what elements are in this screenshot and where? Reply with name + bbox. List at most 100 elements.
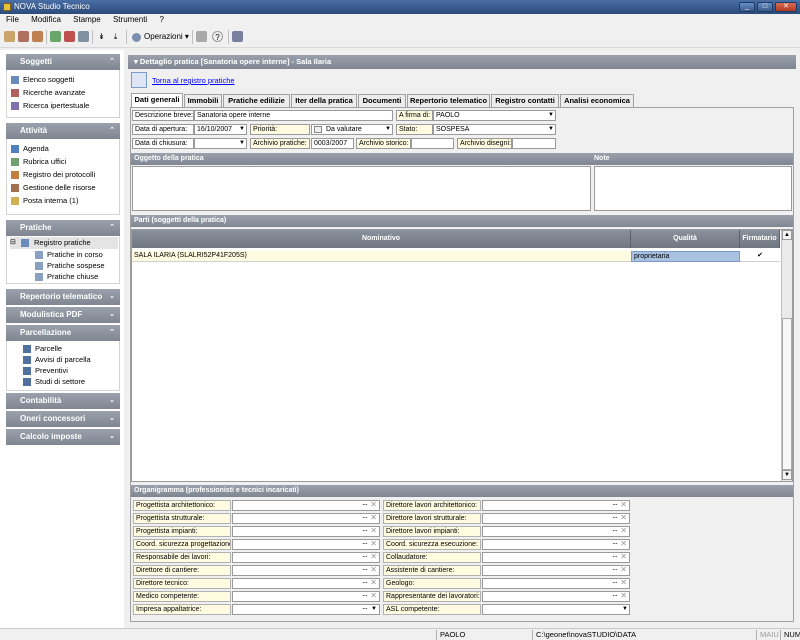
clear-icon[interactable]: ✕ [370, 578, 377, 587]
section-imposte[interactable]: Calcolo imposte ⌄ [6, 429, 120, 445]
menu-strumenti[interactable]: Strumenti [113, 15, 147, 24]
ellipsis-button[interactable]: ··· [362, 578, 368, 587]
help-icon[interactable]: ? [212, 31, 223, 42]
section-repertorio[interactable]: Repertorio telematico ⌄ [6, 289, 120, 305]
ellipsis-button[interactable]: ··· [362, 604, 368, 613]
chiusura-date[interactable]: ▼ [194, 138, 247, 149]
ellipsis-button[interactable]: ··· [362, 539, 368, 548]
ellipsis-button[interactable]: ··· [362, 513, 368, 522]
maximize-button[interactable]: □ [757, 2, 773, 12]
section-modulistica[interactable]: Modulistica PDF ⌄ [6, 307, 120, 323]
org-select[interactable]: ··· ✕ [482, 578, 630, 589]
sidebar-item-registro-protocolli[interactable]: Registro dei protocolli [11, 169, 95, 181]
clear-icon[interactable]: ✕ [370, 500, 377, 509]
section-oneri[interactable]: Oneri concessori ⌄ [6, 411, 120, 427]
col-nominativo[interactable]: Nominativo [132, 230, 631, 248]
clear-icon[interactable]: ✕ [620, 513, 627, 522]
org-select[interactable]: ··· ▼ [232, 604, 380, 615]
org-select[interactable]: ▼ [482, 604, 630, 615]
clear-icon[interactable]: ✕ [370, 539, 377, 548]
minimize-button[interactable]: _ [739, 2, 755, 12]
org-select[interactable]: ··· ✕ [232, 526, 380, 537]
tab-immobili[interactable]: Immobili [184, 94, 222, 107]
tab-dati-generali[interactable]: Dati generali [131, 93, 183, 108]
org-select[interactable]: ··· ✕ [232, 565, 380, 576]
scrollbar-thumb[interactable] [782, 318, 792, 470]
clear-icon[interactable]: ✕ [620, 565, 627, 574]
scroll-up-arrow-icon[interactable]: ▲ [782, 230, 792, 240]
clear-icon[interactable]: ✕ [620, 552, 627, 561]
org-select[interactable]: ··· ✕ [482, 539, 630, 550]
table-row-nominativo[interactable]: SALA ILARIA (SLALRI52P41F205S) [132, 251, 631, 262]
tree-item-registro-pratiche[interactable]: ⊟ Registro pratiche [10, 237, 118, 249]
org-select[interactable]: ··· ✕ [482, 591, 630, 602]
ellipsis-button[interactable]: ··· [362, 526, 368, 535]
ellipsis-button[interactable]: ··· [362, 591, 368, 600]
org-select[interactable]: ··· ✕ [482, 565, 630, 576]
register-back-icon[interactable] [131, 72, 147, 88]
section-soggetti[interactable]: Soggetti ⌃ [6, 54, 120, 70]
ellipsis-button[interactable]: ··· [612, 578, 618, 587]
sidebar-item-ricerche-avanzate[interactable]: Ricerche avanzate [11, 87, 85, 99]
org-select[interactable]: ··· ✕ [232, 539, 380, 550]
table-scrollbar[interactable]: ▲ ▼ [781, 230, 792, 481]
sidebar-item-gestione-risorse[interactable]: Gestione delle risorse [11, 182, 96, 194]
table-row-qualita[interactable]: proprietaria [631, 251, 740, 262]
add-icon[interactable] [50, 31, 61, 42]
section-contabilita[interactable]: Contabilità ⌄ [6, 393, 120, 409]
tab-repertorio-telematico[interactable]: Repertorio telematico [407, 94, 490, 107]
books-icon[interactable] [232, 31, 243, 42]
oggetto-textarea[interactable] [132, 166, 591, 211]
tab-iter-pratica[interactable]: Iter della pratica [291, 94, 357, 107]
clear-icon[interactable]: ✕ [620, 578, 627, 587]
clear-icon[interactable]: ✕ [620, 500, 627, 509]
ellipsis-button[interactable]: ··· [612, 539, 618, 548]
ellipsis-button[interactable]: ··· [612, 552, 618, 561]
ellipsis-button[interactable]: ··· [362, 500, 368, 509]
tab-registro-contatti[interactable]: Registro contatti [491, 94, 559, 107]
ellipsis-button[interactable]: ··· [612, 591, 618, 600]
menu-modifica[interactable]: Modifica [31, 15, 61, 24]
clear-icon[interactable]: ✕ [370, 513, 377, 522]
ellipsis-button[interactable]: ··· [612, 500, 618, 509]
sidebar-item-rubrica-uffici[interactable]: Rubrica uffici [11, 156, 66, 168]
firma-select[interactable]: PAOLO ▼ [433, 110, 556, 121]
tab-analisi-economica[interactable]: Analisi economica [560, 94, 634, 107]
clear-icon[interactable]: ✕ [370, 591, 377, 600]
org-select[interactable]: ··· ✕ [232, 591, 380, 602]
col-qualita[interactable]: Qualità [631, 230, 740, 248]
sidebar-item-ricerca-ipertestuale[interactable]: Ricerca ipertestuale [11, 100, 89, 112]
ellipsis-button[interactable]: ··· [612, 526, 618, 535]
menu-file[interactable]: File [6, 15, 19, 24]
arrow-bottom-icon[interactable]: ⤓ [110, 31, 121, 42]
section-attivita[interactable]: Attività ⌃ [6, 123, 120, 139]
sidebar-item-posta-interna[interactable]: Posta interna (1) [11, 195, 78, 207]
arrow-down-icon[interactable]: ↡ [96, 31, 107, 42]
operazioni-button[interactable]: Operazioni ▾ [132, 30, 189, 44]
archivio-disegni-input[interactable] [512, 138, 556, 149]
apertura-date[interactable]: 16/10/2007 ▼ [194, 124, 247, 135]
back-link[interactable]: Torna al registro pratiche [152, 76, 235, 85]
section-parcellazione[interactable]: Parcellazione ⌃ [6, 325, 120, 341]
cut-icon[interactable] [18, 31, 29, 42]
sidebar-item-studi-settore[interactable]: Studi di settore [23, 376, 85, 388]
firmatario-checkbox[interactable]: ✔ [740, 251, 780, 262]
tab-documenti[interactable]: Documenti [358, 94, 406, 107]
remove-icon[interactable] [64, 31, 75, 42]
note-textarea[interactable] [594, 166, 792, 211]
org-select[interactable]: ··· ✕ [232, 552, 380, 563]
archivio-storico-input[interactable] [411, 138, 454, 149]
sidebar-item-elenco-soggetti[interactable]: Elenco soggetti [11, 74, 74, 86]
descrizione-input[interactable]: Sanatoria opere interne [194, 110, 393, 121]
delete-icon[interactable] [32, 31, 43, 42]
clear-icon[interactable]: ✕ [620, 539, 627, 548]
org-select[interactable]: ··· ✕ [232, 578, 380, 589]
archivio-pratiche-input[interactable]: 0003/2007 [311, 138, 354, 149]
folder-icon[interactable] [4, 31, 15, 42]
clear-icon[interactable]: ✕ [620, 591, 627, 600]
clear-icon[interactable]: ✕ [370, 565, 377, 574]
tree-item-pratiche-chiuse[interactable]: Pratiche chiuse [35, 271, 98, 283]
printer-icon[interactable] [196, 31, 207, 42]
ellipsis-button[interactable]: ··· [362, 552, 368, 561]
priorita-select[interactable]: Da valutare ▼ [311, 124, 393, 135]
